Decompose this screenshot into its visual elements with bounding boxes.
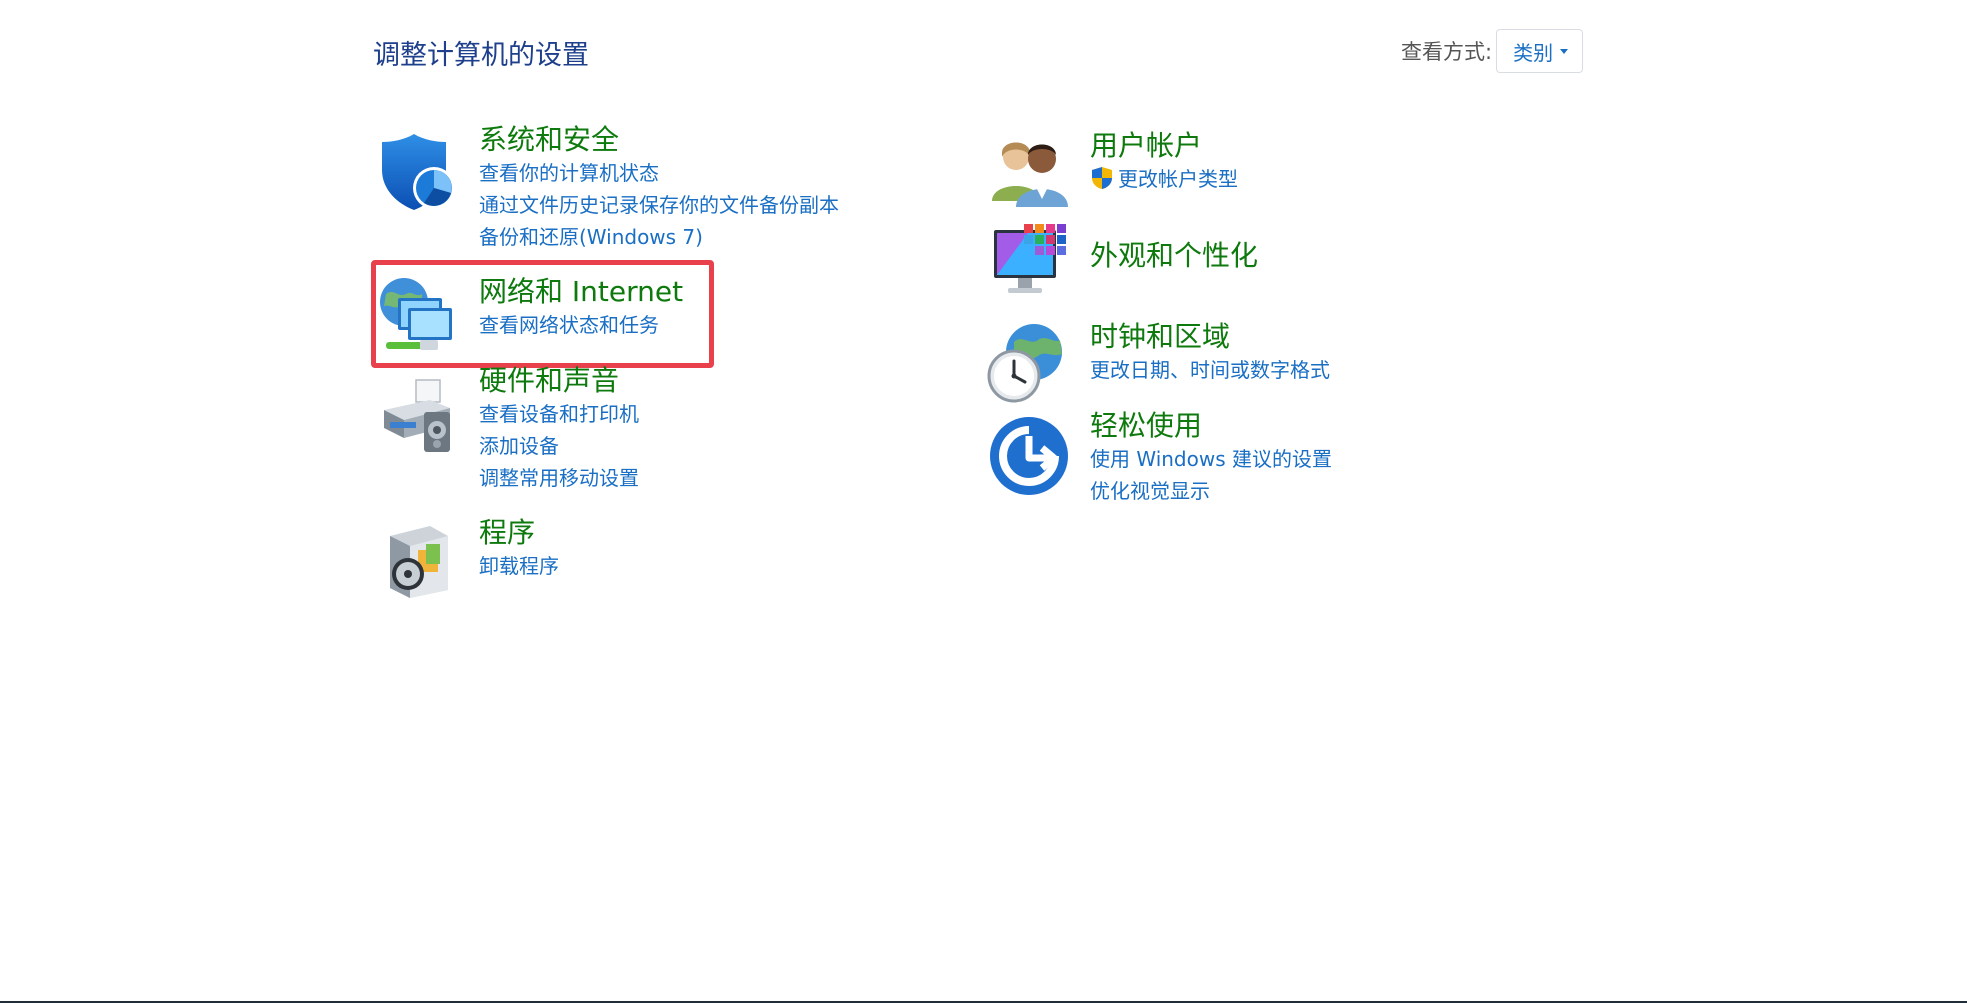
chevron-down-icon: [1560, 48, 1569, 54]
category-link[interactable]: 查看你的计算机状态: [479, 157, 839, 189]
shield-icon[interactable]: [376, 130, 460, 214]
category-link-label: 更改帐户类型: [1118, 167, 1238, 191]
printer-icon[interactable]: [376, 374, 460, 458]
category-title[interactable]: 网络和 Internet: [479, 275, 683, 309]
category-title[interactable]: 硬件和声音: [479, 364, 639, 398]
view-by: 查看方式: 类别: [1401, 29, 1584, 73]
network-globe-icon[interactable]: [376, 272, 460, 356]
category-link[interactable]: 查看设备和打印机: [479, 398, 639, 430]
users-icon[interactable]: [988, 127, 1072, 211]
view-by-value: 类别: [1513, 40, 1554, 65]
category-link[interactable]: 使用 Windows 建议的设置: [1090, 443, 1332, 475]
category-title[interactable]: 外观和个性化: [1090, 239, 1258, 273]
monitor-tiles-icon[interactable]: [988, 220, 1072, 304]
clock-globe-icon[interactable]: [984, 320, 1068, 404]
control-panel-page: 调整计算机的设置 查看方式: 类别 系统和安全 查看你的计算机状态 通过文件历史…: [0, 0, 1967, 1003]
category-link[interactable]: 添加设备: [479, 430, 639, 462]
category-link[interactable]: 调整常用移动设置: [479, 462, 639, 494]
category-link[interactable]: 查看网络状态和任务: [479, 309, 683, 341]
category-title[interactable]: 时钟和区域: [1090, 320, 1330, 354]
uac-shield-icon: [1090, 166, 1114, 190]
category-title[interactable]: 程序: [479, 516, 559, 550]
view-by-dropdown[interactable]: 类别: [1496, 29, 1584, 73]
page-title: 调整计算机的设置: [373, 40, 589, 71]
category-title[interactable]: 用户帐户: [1090, 129, 1238, 163]
ease-of-access-icon[interactable]: [988, 414, 1072, 498]
category-link[interactable]: 通过文件历史记录保存你的文件备份副本: [479, 189, 839, 221]
category-title[interactable]: 轻松使用: [1090, 409, 1332, 443]
category-title[interactable]: 系统和安全: [479, 123, 839, 157]
category-link[interactable]: 备份和还原(Windows 7): [479, 221, 839, 253]
view-by-label: 查看方式:: [1401, 40, 1493, 64]
category-link[interactable]: 卸载程序: [479, 550, 559, 582]
category-link[interactable]: 更改日期、时间或数字格式: [1090, 354, 1330, 386]
programs-disc-icon[interactable]: [376, 516, 460, 600]
category-link[interactable]: 更改帐户类型: [1090, 163, 1238, 195]
category-link[interactable]: 优化视觉显示: [1090, 475, 1332, 507]
